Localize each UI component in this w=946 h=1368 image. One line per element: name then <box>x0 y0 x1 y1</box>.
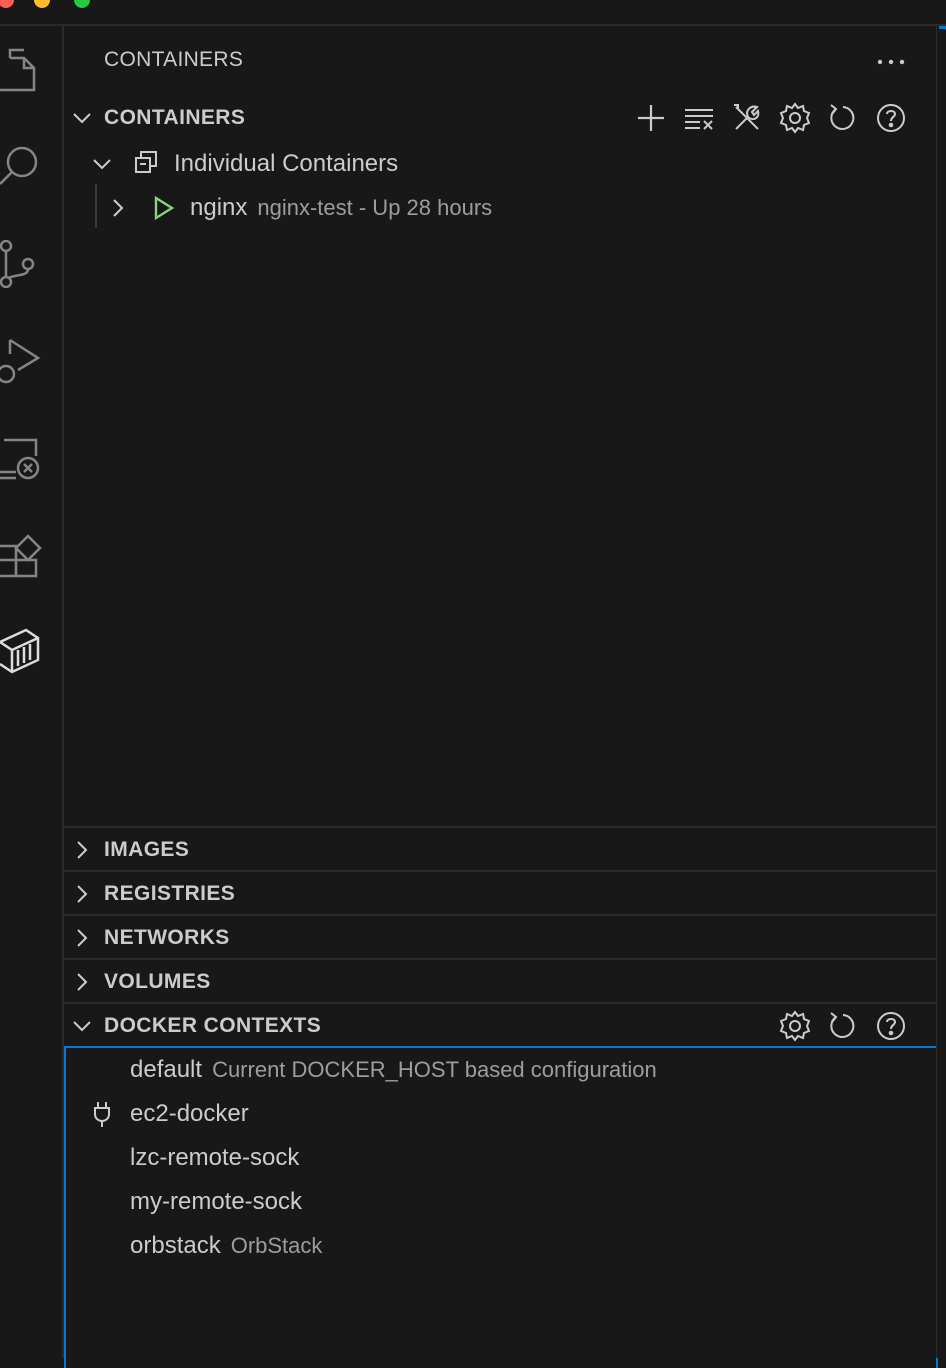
refresh-icon[interactable] <box>826 101 860 135</box>
extensions-icon[interactable] <box>0 532 48 580</box>
remote-explorer-icon[interactable] <box>0 436 48 484</box>
chevron-right-icon <box>113 199 124 217</box>
refresh-icon[interactable] <box>826 1009 860 1043</box>
maximize-window-button[interactable] <box>74 0 90 8</box>
chevron-down-icon <box>93 159 111 170</box>
gear-icon[interactable] <box>778 1009 812 1043</box>
close-window-button[interactable] <box>0 0 14 8</box>
section-label: DOCKER CONTEXTS <box>104 1014 322 1037</box>
context-description: Current DOCKER_HOST based configuration <box>212 1057 657 1082</box>
chevron-right-icon <box>77 929 88 947</box>
docker-sidebar: CONTAINERS CONTAINERS Individual Contain… <box>64 26 938 1368</box>
editor-edge <box>936 26 946 1358</box>
chevron-down-icon <box>73 1021 91 1032</box>
title-bar <box>0 0 946 26</box>
container-group-row[interactable]: Individual Containers <box>64 142 936 186</box>
section-label: NETWORKS <box>104 926 230 949</box>
context-item[interactable]: lzc-remote-sock <box>66 1136 938 1180</box>
explorer-icon[interactable] <box>0 46 48 94</box>
running-status-icon <box>154 195 175 221</box>
chevron-right-icon <box>77 973 88 991</box>
panel-title: CONTAINERS <box>104 48 244 71</box>
help-icon[interactable] <box>874 101 908 135</box>
volumes-section-header[interactable]: VOLUMES <box>64 958 936 1004</box>
registries-section-header[interactable]: REGISTRIES <box>64 870 936 916</box>
focus-accent <box>939 26 946 29</box>
run-debug-icon[interactable] <box>0 336 48 384</box>
container-description: nginx-test - Up 28 hours <box>257 195 493 220</box>
source-control-icon[interactable] <box>0 239 48 289</box>
context-name: ec2-docker <box>130 1100 249 1127</box>
section-label: IMAGES <box>104 838 190 861</box>
container-name: nginx <box>190 194 248 221</box>
context-name: default <box>130 1056 203 1083</box>
context-item[interactable]: my-remote-sock <box>66 1180 938 1224</box>
context-item[interactable]: default Current DOCKER_HOST based configu… <box>66 1048 938 1092</box>
container-item[interactable]: nginx nginx-test - Up 28 hours <box>64 186 936 230</box>
section-label: REGISTRIES <box>104 882 236 905</box>
context-name: lzc-remote-sock <box>130 1144 300 1171</box>
networks-section-header[interactable]: NETWORKS <box>64 914 936 960</box>
add-icon[interactable] <box>634 101 668 135</box>
docker-contexts-section-header[interactable]: DOCKER CONTEXTS <box>64 1002 936 1048</box>
clear-all-icon[interactable] <box>682 101 716 135</box>
context-name: orbstack <box>130 1232 221 1259</box>
tools-icon[interactable] <box>730 101 764 135</box>
search-icon[interactable] <box>0 140 48 188</box>
ellipsis-icon[interactable] <box>876 48 908 76</box>
images-section-header[interactable]: IMAGES <box>64 826 936 872</box>
container-group-label: Individual Containers <box>174 150 399 177</box>
minimize-window-button[interactable] <box>34 0 50 8</box>
context-item[interactable]: ec2-docker <box>66 1092 938 1136</box>
activity-bar <box>0 26 64 1358</box>
gear-icon[interactable] <box>778 101 812 135</box>
context-name: my-remote-sock <box>130 1188 303 1215</box>
context-description: OrbStack <box>230 1233 323 1258</box>
chevron-right-icon <box>77 841 88 859</box>
section-label: VOLUMES <box>104 970 211 993</box>
chevron-right-icon <box>77 885 88 903</box>
help-icon[interactable] <box>874 1009 908 1043</box>
context-item[interactable]: orbstack OrbStack <box>66 1224 938 1268</box>
docker-icon[interactable] <box>0 626 48 674</box>
container-group-icon <box>135 151 157 173</box>
section-label: CONTAINERS <box>104 106 246 129</box>
docker-contexts-list: default Current DOCKER_HOST based configu… <box>64 1046 938 1368</box>
chevron-down-icon <box>73 113 91 124</box>
containers-section-header[interactable]: CONTAINERS <box>64 96 936 140</box>
plug-icon <box>94 1102 110 1127</box>
